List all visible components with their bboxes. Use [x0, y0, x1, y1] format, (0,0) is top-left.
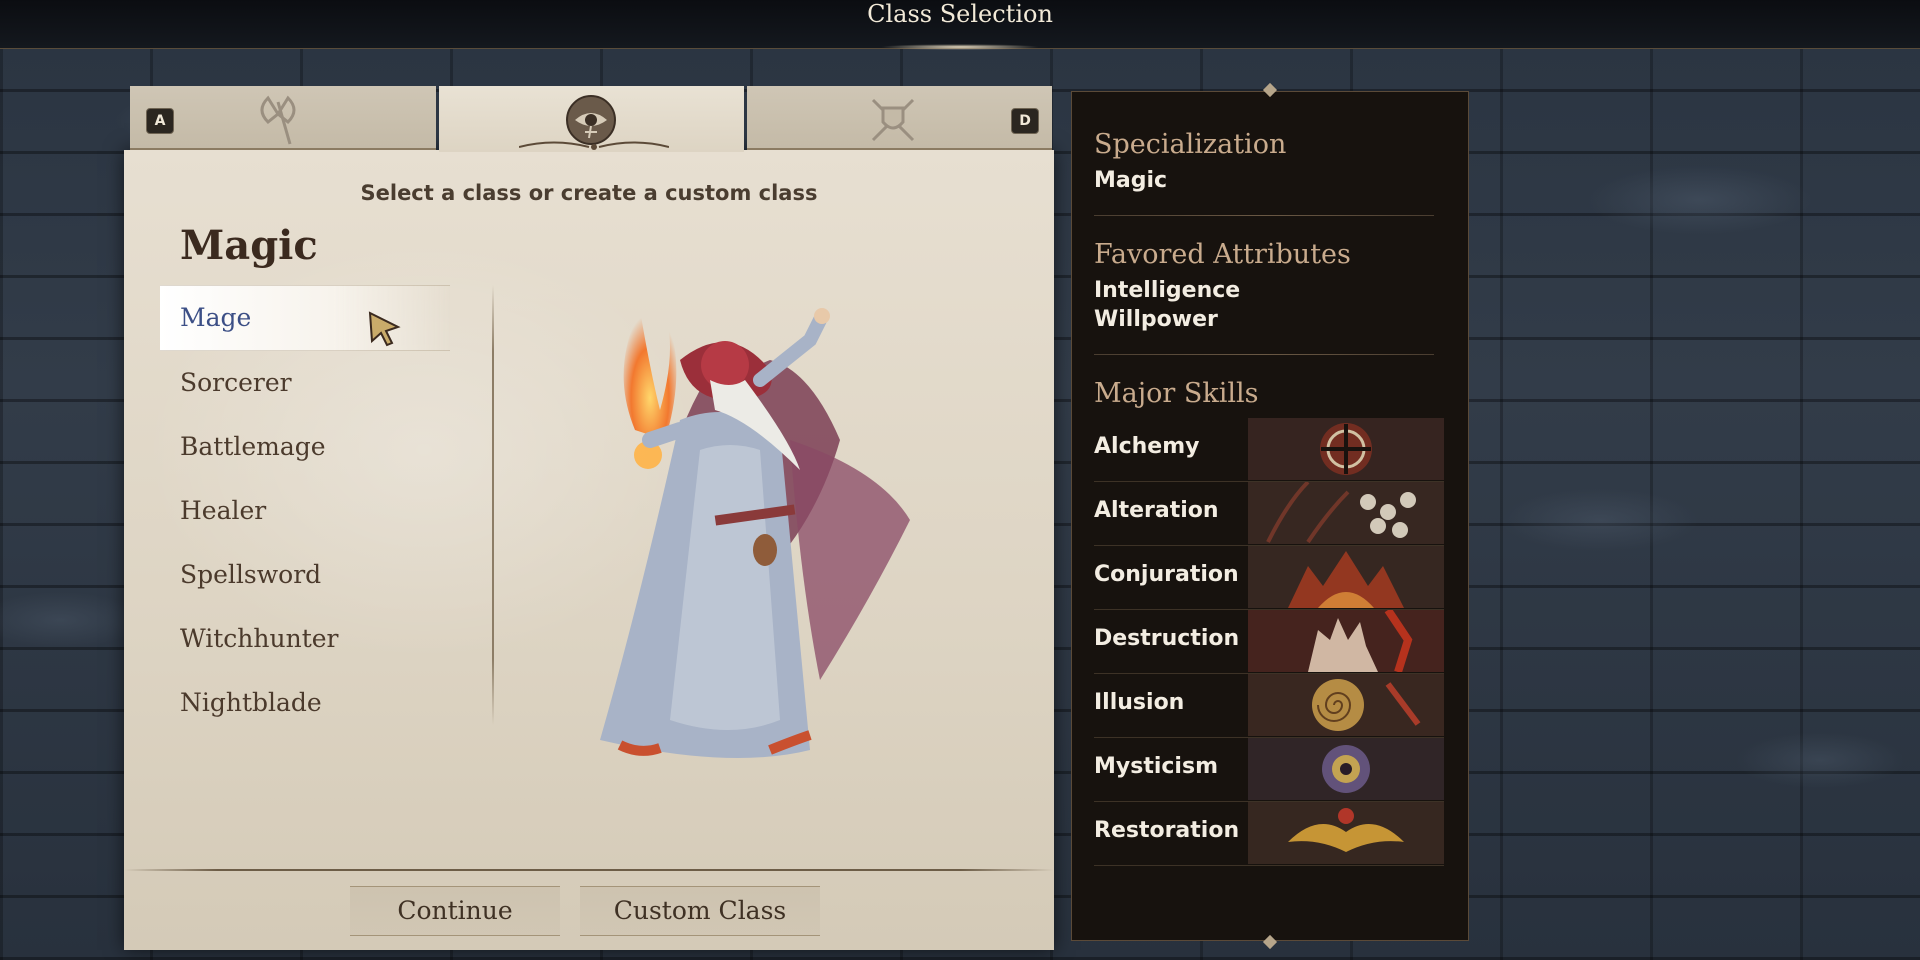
skill-name: Restoration [1094, 818, 1240, 843]
specialization-heading: Specialization [1094, 129, 1287, 160]
skill-name: Illusion [1094, 690, 1185, 715]
skill-name: Alchemy [1094, 434, 1200, 459]
skill-row-illusion: Illusion [1094, 674, 1444, 738]
class-item-witchhunter[interactable]: Witchhunter [160, 607, 450, 671]
skill-name: Alteration [1094, 498, 1219, 523]
class-item-battlemage[interactable]: Battlemage [160, 415, 450, 479]
skill-row-conjuration: Conjuration [1094, 546, 1444, 610]
screen-title: Class Selection [867, 0, 1053, 28]
alchemy-emblem-icon [1248, 418, 1444, 480]
destruction-emblem-icon [1248, 610, 1444, 672]
info-divider [1094, 215, 1434, 216]
crossed-swords-shield-icon [871, 98, 915, 142]
key-hint-a: A [146, 108, 174, 134]
attributes-heading: Favored Attributes [1094, 239, 1351, 270]
category-tabs: A D [130, 86, 1052, 152]
skill-row-mysticism: Mysticism [1094, 738, 1444, 802]
footer-rule [124, 869, 1054, 871]
skills-heading: Major Skills [1094, 378, 1259, 409]
mage-portrait-illustration [600, 300, 910, 758]
custom-class-button[interactable]: Custom Class [580, 886, 820, 936]
class-group-title: Magic [180, 222, 318, 269]
class-item-spellsword[interactable]: Spellsword [160, 543, 450, 607]
title-glow [880, 44, 1040, 50]
skill-row-restoration: Restoration [1094, 802, 1444, 866]
skill-name: Destruction [1094, 626, 1240, 651]
illusion-emblem-icon [1248, 674, 1444, 736]
continue-button[interactable]: Continue [350, 886, 560, 936]
tab-magic[interactable] [439, 86, 744, 152]
class-item-nightblade[interactable]: Nightblade [160, 671, 450, 735]
tab-combat[interactable]: A [130, 86, 436, 150]
info-divider [1094, 354, 1434, 355]
mouse-cursor-icon [368, 311, 401, 347]
selection-prompt: Select a class or create a custom class [360, 181, 818, 205]
major-skills-list: Alchemy Alteration Conjuration Destructi… [1094, 418, 1444, 866]
list-divider [492, 285, 494, 725]
class-list: Mage Sorcerer Battlemage Healer Spellswo… [160, 285, 450, 735]
restoration-emblem-icon [1248, 802, 1444, 864]
key-hint-d: D [1011, 108, 1039, 134]
skill-name: Conjuration [1094, 562, 1239, 587]
axe-icon [260, 95, 296, 145]
class-item-healer[interactable]: Healer [160, 479, 450, 543]
class-item-sorcerer[interactable]: Sorcerer [160, 351, 450, 415]
specialization-value: Magic [1094, 168, 1168, 193]
attribute-item: Willpower [1094, 307, 1218, 332]
skill-row-alchemy: Alchemy [1094, 418, 1444, 482]
tab-stealth[interactable]: D [747, 86, 1052, 150]
skill-name: Mysticism [1094, 754, 1218, 779]
alteration-emblem-icon [1248, 482, 1444, 544]
class-item-mage[interactable]: Mage [160, 285, 450, 351]
conjuration-emblem-icon [1248, 546, 1444, 608]
mysticism-emblem-icon [1248, 738, 1444, 800]
attribute-item: Intelligence [1094, 278, 1241, 303]
skill-row-destruction: Destruction [1094, 610, 1444, 674]
tab-ornament [519, 141, 669, 150]
skill-row-alteration: Alteration [1094, 482, 1444, 546]
